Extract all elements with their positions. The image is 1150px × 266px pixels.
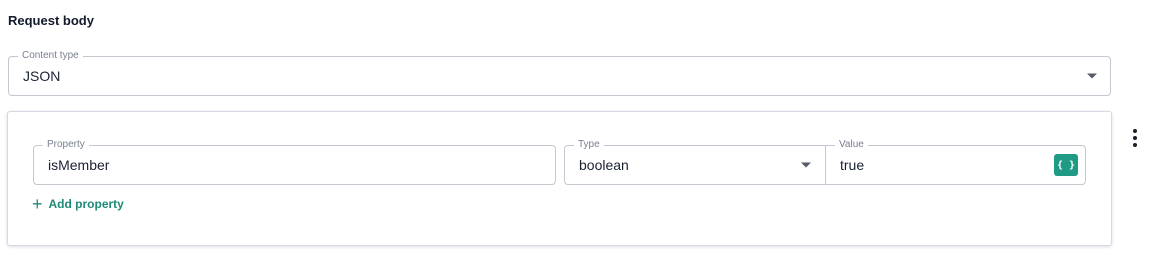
more-vertical-icon[interactable]: [1128, 129, 1142, 147]
value-value: true: [840, 157, 865, 173]
property-label: Property: [43, 139, 89, 151]
chevron-down-icon: [1087, 73, 1097, 79]
kebab-dot: [1133, 143, 1137, 147]
type-value: boolean: [579, 157, 629, 173]
value-label: Value: [835, 139, 868, 151]
kebab-dot: [1133, 136, 1137, 140]
value-input[interactable]: Value true { }: [825, 139, 1086, 185]
kebab-dot: [1133, 129, 1137, 133]
content-type-label: Content type: [18, 50, 83, 62]
content-type-select[interactable]: Content type JSON: [8, 50, 1111, 96]
section-title: Request body: [8, 13, 94, 28]
code-braces-icon[interactable]: { }: [1054, 154, 1078, 176]
chevron-down-icon: [801, 162, 811, 168]
property-value: isMember: [48, 157, 110, 173]
content-type-value: JSON: [23, 68, 61, 84]
add-property-label: Add property: [48, 197, 124, 211]
add-property-button[interactable]: + Add property: [32, 194, 124, 214]
type-select[interactable]: Type boolean: [564, 139, 826, 185]
property-input[interactable]: Property isMember: [33, 139, 556, 185]
plus-icon: +: [32, 194, 43, 214]
type-label: Type: [574, 139, 604, 151]
